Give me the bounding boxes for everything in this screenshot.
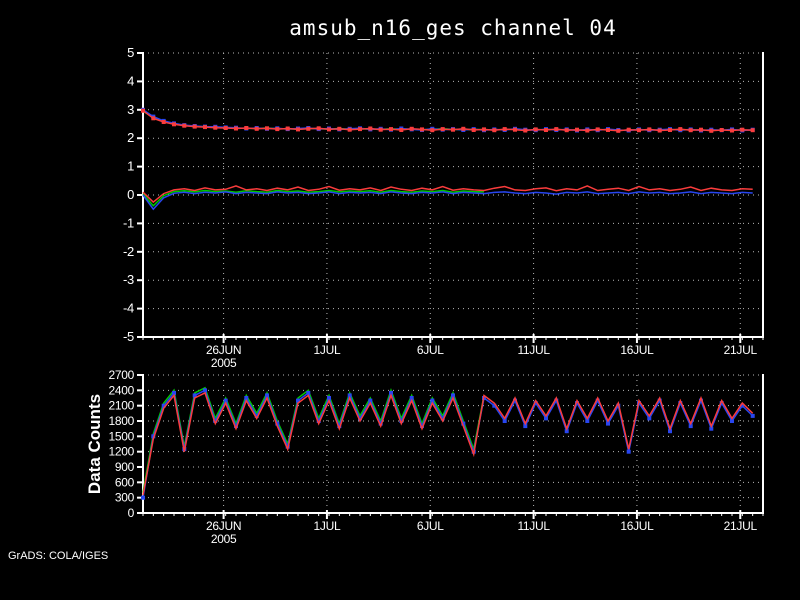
ticks-and-labels-bias-stdev-panel: -5 -4 -3 -2 -1 0 1 2 3 4 5 26JUN2005 1JUL 6JUL 11JUL 16… xyxy=(123,45,764,370)
svg-text:2005: 2005 xyxy=(211,532,237,546)
gridlines-bias-stdev-panel xyxy=(143,52,763,337)
svg-text:2005: 2005 xyxy=(211,356,237,370)
svg-text:600: 600 xyxy=(115,475,135,489)
grads-watermark: GrADS: COLA/IGES xyxy=(8,550,109,562)
svg-text:-2: -2 xyxy=(123,244,134,259)
svg-text:1: 1 xyxy=(127,159,134,174)
series-bias-blue xyxy=(142,191,753,211)
svg-text:16JUL: 16JUL xyxy=(620,343,654,357)
svg-text:2700: 2700 xyxy=(109,368,135,382)
y-axis-label-data-counts: Data Counts xyxy=(85,394,104,494)
svg-text:26JUN: 26JUN xyxy=(206,343,241,357)
charts-canvas: Data Counts -5-4-3-2-101234526JUN20051JU… xyxy=(85,45,764,546)
svg-text:-1: -1 xyxy=(123,215,134,230)
svg-text:2400: 2400 xyxy=(109,383,135,397)
svg-text:1JUL: 1JUL xyxy=(314,519,341,533)
svg-text:1800: 1800 xyxy=(109,414,135,428)
svg-text:6JUL: 6JUL xyxy=(417,343,444,357)
svg-text:4: 4 xyxy=(127,73,134,88)
svg-text:300: 300 xyxy=(115,491,135,505)
svg-text:900: 900 xyxy=(115,460,135,474)
svg-text:0: 0 xyxy=(127,187,134,202)
svg-text:16JUL: 16JUL xyxy=(620,519,654,533)
svg-text:-5: -5 xyxy=(123,329,134,344)
grads-plot-window: { "title": "amsub_n16_ges channel 04", "… xyxy=(0,0,800,600)
svg-text:-4: -4 xyxy=(123,301,134,316)
svg-text:6JUL: 6JUL xyxy=(417,519,444,533)
svg-text:26JUN: 26JUN xyxy=(206,519,241,533)
svg-text:11JUL: 11JUL xyxy=(517,519,550,533)
svg-text:1200: 1200 xyxy=(109,445,135,459)
svg-text:5: 5 xyxy=(127,45,134,60)
svg-text:11JUL: 11JUL xyxy=(517,343,550,357)
series-counts-red xyxy=(142,391,754,496)
svg-text:2100: 2100 xyxy=(109,399,135,413)
svg-text:3: 3 xyxy=(127,102,134,117)
svg-text:-3: -3 xyxy=(123,272,134,287)
svg-text:0: 0 xyxy=(128,506,135,520)
svg-text:1500: 1500 xyxy=(109,429,135,443)
svg-text:2: 2 xyxy=(127,130,134,145)
svg-text:21JUL: 21JUL xyxy=(724,519,758,533)
svg-text:1JUL: 1JUL xyxy=(314,343,341,357)
svg-text:21JUL: 21JUL xyxy=(724,343,758,357)
